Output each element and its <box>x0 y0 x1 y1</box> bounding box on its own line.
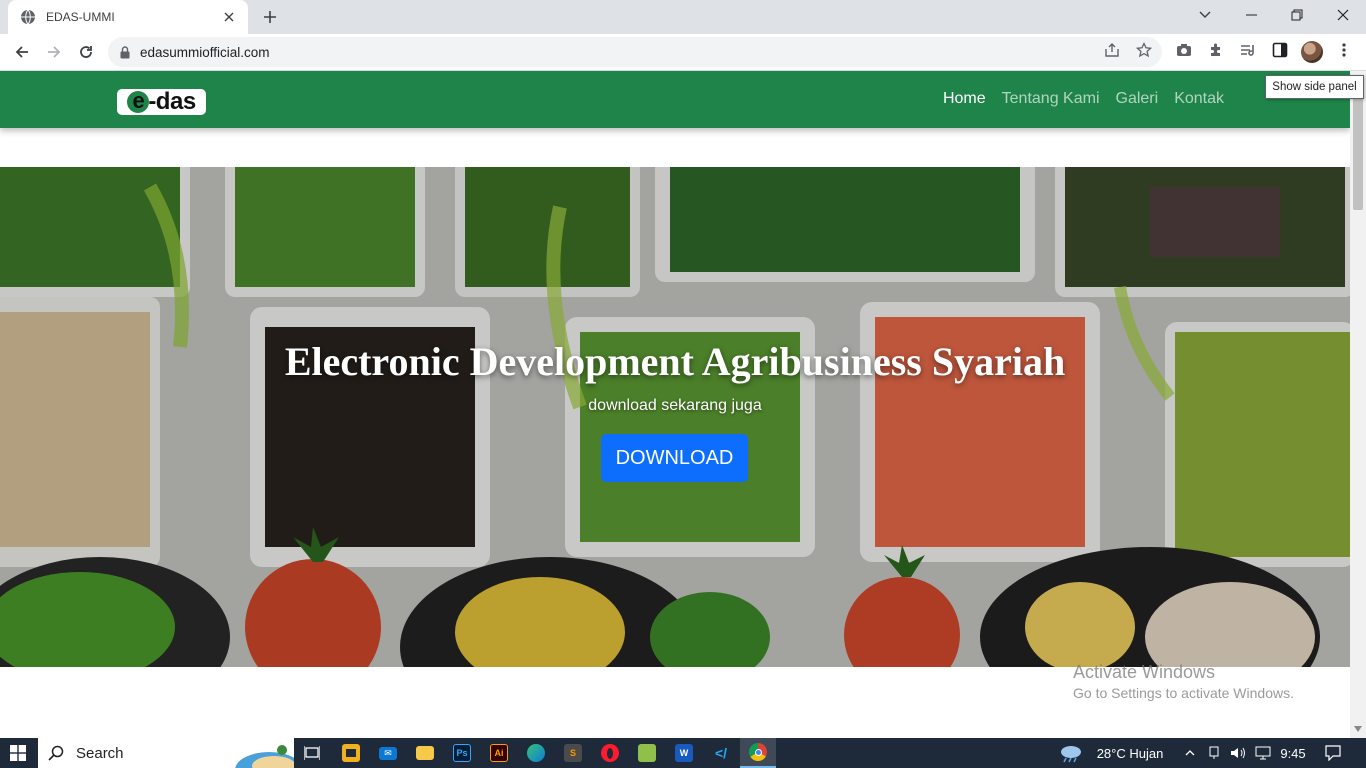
nav-links: Home Tentang Kami Galeri Kontak <box>943 90 1224 108</box>
lock-icon <box>120 45 130 58</box>
address-bar[interactable]: edasummiofficial.com <box>108 37 1162 67</box>
search-icon <box>48 745 64 761</box>
tab-strip: EDAS-UMMI <box>0 0 1366 34</box>
nav-kontak[interactable]: Kontak <box>1174 90 1224 108</box>
search-highlight-image <box>235 745 294 768</box>
globe-icon <box>21 9 35 25</box>
bookmark-star-icon[interactable] <box>1135 41 1153 59</box>
site-logo[interactable]: e -das <box>117 88 206 115</box>
nav-tentang-kami[interactable]: Tentang Kami <box>1002 90 1100 108</box>
browser-tab[interactable]: EDAS-UMMI <box>8 0 248 34</box>
tab-title: EDAS-UMMI <box>46 10 115 24</box>
side-panel-tooltip: Show side panel <box>1265 75 1364 99</box>
photoshop-icon[interactable]: Ps <box>451 738 473 768</box>
sublime-text-icon[interactable]: S <box>562 738 584 768</box>
show-hidden-icons-icon[interactable] <box>1180 738 1200 768</box>
new-tab-icon[interactable] <box>258 6 282 28</box>
store-icon[interactable] <box>340 738 362 768</box>
nav-galeri[interactable]: Galeri <box>1116 90 1159 108</box>
extensions-icon[interactable] <box>1207 41 1225 59</box>
logo-rest: -das <box>148 88 196 115</box>
page-scrollbar[interactable] <box>1350 71 1366 738</box>
weather-icon[interactable] <box>1058 738 1084 768</box>
scroll-thumb[interactable] <box>1353 88 1363 210</box>
kebab-menu-icon[interactable] <box>1335 41 1353 59</box>
side-panel-icon[interactable] <box>1271 41 1289 59</box>
forward-icon[interactable] <box>40 38 68 66</box>
edge-icon[interactable] <box>525 738 547 768</box>
windows-taskbar: Search ✉ Ps Ai S W </ 28°C Hujan 9:45 <box>0 738 1366 768</box>
share-icon[interactable] <box>1103 41 1121 59</box>
activate-windows-watermark: Activate Windows Go to Settings to activ… <box>1073 662 1294 701</box>
close-tab-icon[interactable] <box>220 8 238 26</box>
file-explorer-icon[interactable] <box>414 738 436 768</box>
reading-list-icon[interactable] <box>1239 41 1257 59</box>
task-view-icon[interactable] <box>300 738 324 768</box>
back-icon[interactable] <box>8 38 36 66</box>
hero-overlay <box>0 167 1350 667</box>
logo-e-mark: e <box>127 90 150 113</box>
clock-time[interactable]: 9:45 <box>1278 738 1308 768</box>
watermark-line2: Go to Settings to activate Windows. <box>1073 685 1294 701</box>
hero-section: Electronic Development Agribusiness Syar… <box>0 167 1350 667</box>
illustrator-icon[interactable]: Ai <box>488 738 510 768</box>
tab-search-icon[interactable] <box>1182 0 1228 30</box>
minimize-icon[interactable] <box>1228 0 1274 30</box>
word-icon[interactable]: W <box>673 738 695 768</box>
profile-avatar[interactable] <box>1301 41 1323 63</box>
nav-home[interactable]: Home <box>943 90 986 108</box>
search-label: Search <box>76 744 124 762</box>
display-icon[interactable] <box>1252 738 1274 768</box>
watermark-line1: Activate Windows <box>1073 662 1216 682</box>
vscode-icon[interactable]: </ <box>710 738 732 768</box>
hero-title: Electronic Development Agribusiness Syar… <box>284 339 1066 384</box>
mail-icon[interactable]: ✉ <box>377 738 399 768</box>
page-viewport: e -das Home Tentang Kami Galeri Kontak E… <box>0 71 1350 738</box>
network-icon[interactable] <box>1204 738 1224 768</box>
chrome-icon[interactable] <box>740 738 776 768</box>
scroll-down-icon[interactable] <box>1354 726 1362 732</box>
weather-text[interactable]: 28°C Hujan <box>1090 738 1170 768</box>
url-text: edasummiofficial.com <box>140 44 270 60</box>
camera-icon[interactable] <box>1175 41 1193 59</box>
opera-icon[interactable] <box>599 738 621 768</box>
windows-start-icon[interactable] <box>0 738 36 768</box>
notifications-icon[interactable] <box>1320 738 1346 768</box>
browser-toolbar: edasummiofficial.com <box>0 34 1366 71</box>
volume-icon[interactable] <box>1228 738 1248 768</box>
notepad-plus-icon[interactable] <box>636 738 658 768</box>
hero-subtitle: download sekarang juga <box>588 397 762 414</box>
download-button[interactable]: DOWNLOAD <box>601 434 748 482</box>
site-navbar: e -das Home Tentang Kami Galeri Kontak <box>0 71 1350 128</box>
restore-icon[interactable] <box>1274 0 1320 30</box>
close-window-icon[interactable] <box>1320 0 1366 30</box>
taskbar-search[interactable]: Search <box>38 738 294 768</box>
reload-icon[interactable] <box>72 38 100 66</box>
